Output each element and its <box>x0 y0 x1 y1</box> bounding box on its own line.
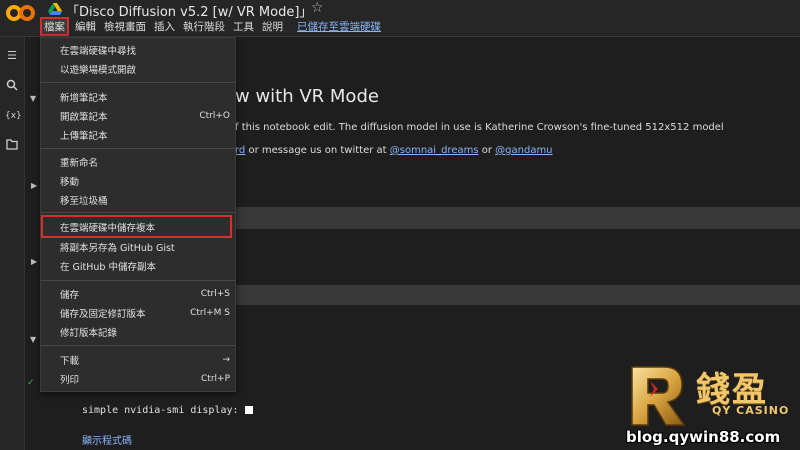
notebook-heading: w with VR Mode <box>235 86 379 107</box>
collapse-arrow-icon[interactable]: ▼ <box>30 335 36 344</box>
toc-icon[interactable]: ☰ <box>5 49 19 63</box>
menu-item-locate-in-drive[interactable]: 在雲端硬碟中尋找 <box>60 42 232 58</box>
top-bar: 「Disco Diffusion v5.2 [w/ VR Mode]」 ☆ 檔案… <box>0 0 800 37</box>
menu-item-save-github[interactable]: 在 GitHub 中儲存副本 <box>60 258 232 274</box>
contact-text-or: or <box>478 145 496 156</box>
menu-runtime[interactable]: 執行階段 <box>179 19 229 34</box>
menu-item-save-gist[interactable]: 將副本另存為 GitHub Gist <box>60 239 232 255</box>
menu-divider <box>41 280 235 281</box>
show-code-link[interactable]: 顯示程式碼 <box>82 432 132 447</box>
menu-item-print[interactable]: 列印 Ctrl+P <box>60 371 232 387</box>
menu-item-save[interactable]: 儲存 Ctrl+S <box>60 286 232 302</box>
menu-divider <box>41 82 235 83</box>
output-line: simple nvidia-smi display: <box>82 405 239 416</box>
menu-item-open-playground[interactable]: 以遊樂場模式開啟 <box>60 61 232 77</box>
expand-arrow-icon[interactable]: ▶ <box>31 181 37 190</box>
menu-bar: 檔案 編輯 檢視畫面 插入 執行階段 工具 說明 已儲存至雲端硬碟 <box>40 16 385 36</box>
menu-edit[interactable]: 編輯 <box>71 19 100 34</box>
brand-watermark: 錢盈 QY CASINO blog.qywin88.com <box>622 360 800 450</box>
twitter-link-gandamu[interactable]: @gandamu <box>495 145 552 156</box>
menu-item-move-to-trash[interactable]: 移至垃圾桶 <box>60 192 232 208</box>
menu-insert[interactable]: 插入 <box>150 19 179 34</box>
contact-text: rd or message us on twitter at @somnai_d… <box>235 145 553 156</box>
file-menu-dropdown: 在雲端硬碟中尋找 以遊樂場模式開啟 新增筆記本 開啟筆記本 Ctrl+O 上傳筆記… <box>40 37 236 392</box>
description-text: f this notebook edit. The diffusion mode… <box>235 122 724 133</box>
saved-status-link[interactable]: 已儲存至雲端硬碟 <box>293 19 385 34</box>
checkbox[interactable] <box>244 406 253 414</box>
menu-item-rename[interactable]: 重新命名 <box>60 154 232 170</box>
menu-divider <box>41 212 235 213</box>
check-icon: ✓ <box>27 378 35 388</box>
menu-file[interactable]: 檔案 <box>40 16 69 36</box>
brand-name-en: QY CASINO <box>712 404 790 417</box>
variables-icon[interactable]: {x} <box>5 109 22 123</box>
output-text: simple nvidia-smi display: <box>82 405 253 416</box>
menu-tools[interactable]: 工具 <box>229 19 258 34</box>
code-cell[interactable] <box>234 207 800 229</box>
brand-logo-icon <box>631 366 686 426</box>
colab-logo[interactable] <box>6 4 36 22</box>
menu-item-move[interactable]: 移動 <box>60 173 232 189</box>
menu-item-new-notebook[interactable]: 新增筆記本 <box>60 89 232 105</box>
drive-icon[interactable] <box>48 3 62 15</box>
menu-item-open-notebook[interactable]: 開啟筆記本 Ctrl+O <box>60 108 232 124</box>
code-cell[interactable] <box>234 285 800 305</box>
menu-divider <box>41 345 235 346</box>
star-icon[interactable]: ☆ <box>311 0 324 16</box>
menu-help[interactable]: 說明 <box>258 19 287 34</box>
left-sidebar: ☰ {x} <box>0 37 25 450</box>
menu-item-upload-notebook[interactable]: 上傳筆記本 <box>60 127 232 143</box>
files-icon[interactable] <box>5 139 19 153</box>
contact-text-part: or message us on twitter at <box>245 145 390 156</box>
brand-url: blog.qywin88.com <box>626 428 781 446</box>
menu-view[interactable]: 檢視畫面 <box>100 19 150 34</box>
menu-divider <box>41 148 235 149</box>
menu-item-download[interactable]: 下載 → <box>60 352 232 368</box>
highlight-box <box>41 215 232 238</box>
discord-link[interactable]: rd <box>235 145 245 156</box>
search-icon[interactable] <box>5 79 19 93</box>
expand-arrow-icon[interactable]: ▶ <box>31 257 37 266</box>
menu-item-save-and-pin[interactable]: 儲存及固定修訂版本 Ctrl+M S <box>60 305 232 321</box>
collapse-arrow-icon[interactable]: ▼ <box>30 94 36 103</box>
twitter-link-somnai[interactable]: @somnai_dreams <box>390 145 479 156</box>
menu-item-revision-history[interactable]: 修訂版本記錄 <box>60 324 232 340</box>
